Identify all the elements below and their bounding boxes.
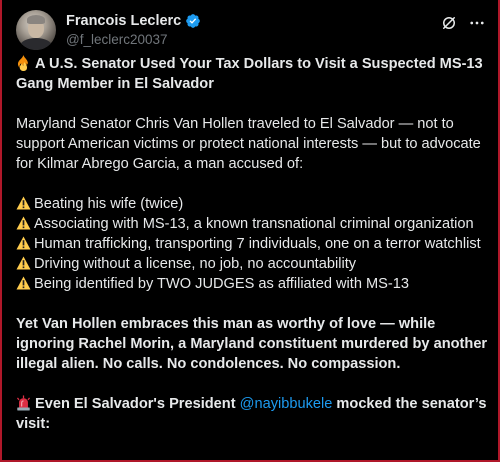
tweet-text: A U.S. Senator Used Your Tax Dollars to …: [16, 54, 488, 454]
tweet: Francois Leclerc @f_leclerc20037 A U.S. …: [2, 0, 498, 460]
list-item: Being identified by TWO JUDGES as affili…: [16, 274, 488, 294]
headline-text: A U.S. Senator Used Your Tax Dollars to …: [16, 56, 483, 92]
display-name[interactable]: Francois Leclerc: [66, 13, 181, 29]
list-item-text: Human trafficking, transporting 7 indivi…: [34, 236, 481, 252]
list-item-text: Associating with MS-13, a known transnat…: [34, 216, 474, 232]
list-item-text: Beating his wife (twice): [34, 196, 184, 212]
more-icon[interactable]: [468, 14, 486, 32]
final-prefix: Even El Salvador's President: [35, 396, 236, 412]
handle[interactable]: @f_leclerc20037: [66, 32, 201, 47]
fire-icon: [17, 55, 28, 71]
avatar-hair: [27, 15, 45, 24]
avatar[interactable]: [16, 10, 56, 50]
list-item: Driving without a license, no job, no ac…: [16, 254, 488, 274]
list-item: Human trafficking, transporting 7 indivi…: [16, 234, 488, 254]
accusation-list: Beating his wife (twice) Associating wit…: [16, 194, 488, 294]
display-name-row: Francois Leclerc: [66, 12, 201, 30]
verified-badge-icon: [186, 14, 201, 28]
warning-icon: [16, 276, 31, 290]
final-paragraph: Even El Salvador's President @nayibbukel…: [16, 394, 488, 434]
list-item-text: Being identified by TWO JUDGES as affili…: [34, 276, 410, 292]
list-item: Beating his wife (twice): [16, 194, 488, 214]
intro-paragraph: Maryland Senator Chris Van Hollen travel…: [16, 116, 481, 172]
avatar-shoulders: [20, 38, 52, 50]
author-names: Francois Leclerc @f_leclerc20037: [66, 12, 201, 47]
grok-icon[interactable]: [440, 14, 458, 32]
warning-icon: [16, 216, 31, 230]
list-item-text: Driving without a license, no job, no ac…: [34, 256, 357, 272]
warning-icon: [16, 236, 31, 250]
tweet-header: Francois Leclerc @f_leclerc20037: [16, 10, 486, 50]
closing-paragraph: Yet Van Hollen embraces this man as wort…: [16, 316, 488, 372]
mention-link[interactable]: @nayibbukele: [240, 396, 333, 412]
headline: A U.S. Senator Used Your Tax Dollars to …: [16, 54, 488, 94]
list-item: Associating with MS-13, a known transnat…: [16, 214, 488, 234]
warning-icon: [16, 196, 31, 210]
warning-icon: [16, 256, 31, 270]
siren-icon: [16, 395, 31, 411]
